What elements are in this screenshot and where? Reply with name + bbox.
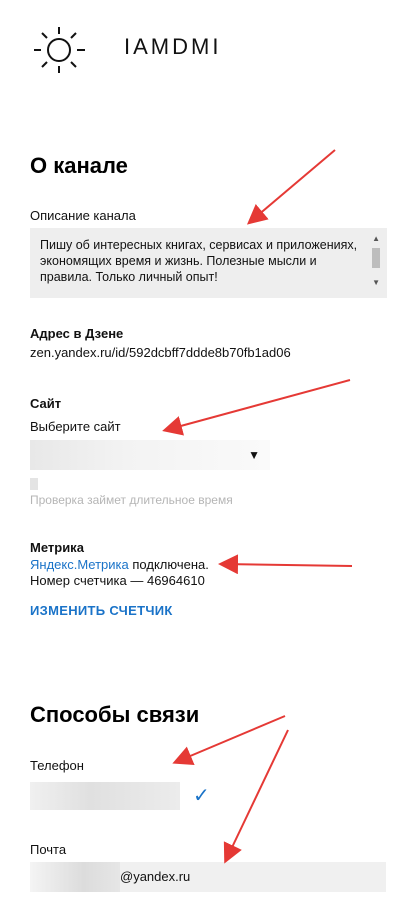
annotation-arrows [162,149,353,864]
arrow-metrika [218,554,353,575]
arrow-phone [172,715,286,765]
arrow-email [223,729,289,864]
arrow-description [246,149,336,225]
arrow-site [162,379,351,436]
